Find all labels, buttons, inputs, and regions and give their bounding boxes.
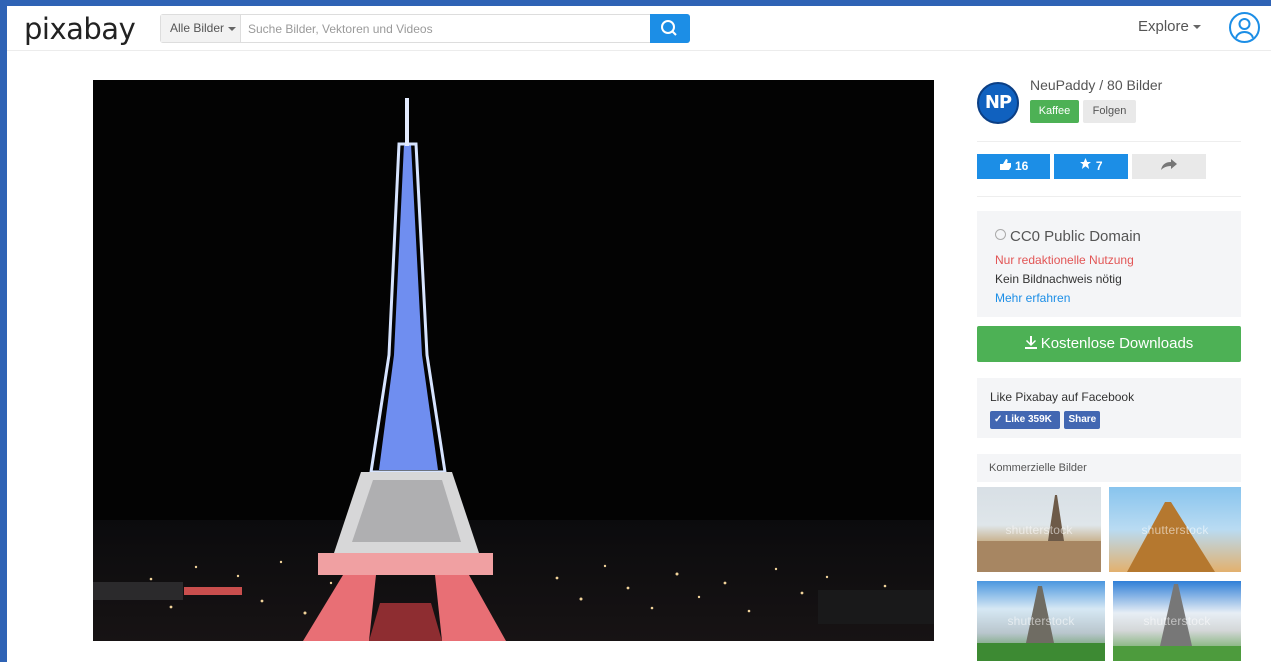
thumbnail-watermark: shutterstock (1143, 614, 1211, 628)
search-icon (661, 20, 677, 36)
sidebar-divider (977, 141, 1241, 142)
license-title-text: CC0 Public Domain (1010, 228, 1141, 245)
learn-more-link[interactable]: Mehr erfahren (995, 289, 1223, 308)
eiffel-tower-photo[interactable] (93, 80, 934, 641)
facebook-like-button[interactable]: ✓ Like 359K (990, 411, 1060, 429)
free-download-button[interactable]: Kostenlose Downloads (977, 326, 1241, 362)
search-input[interactable] (248, 19, 643, 38)
download-icon (1024, 336, 1037, 349)
search-button[interactable] (650, 14, 690, 43)
facebook-box: Like Pixabay auf Facebook ✓ Like 359K Sh… (977, 378, 1241, 438)
search-bar: Alle Bilder (160, 14, 690, 43)
share-arrow-icon (1161, 159, 1177, 170)
author-name[interactable]: NeuPaddy / 80 Bilder (1030, 77, 1162, 93)
thumbnail-watermark: shutterstock (1141, 522, 1209, 537)
explore-menu[interactable]: Explore (1138, 18, 1201, 35)
license-box: CC0 Public Domain Nur redaktionelle Nutz… (977, 211, 1241, 317)
commercial-images-heading: Kommerzielle Bilder (977, 454, 1241, 482)
image-type-filter[interactable]: Alle Bilder (161, 15, 241, 42)
commercial-thumbnail[interactable]: shutterstock (977, 487, 1101, 572)
commercial-thumbnail[interactable]: shutterstock (1109, 487, 1241, 572)
author-avatar[interactable]: NP (977, 82, 1019, 124)
explore-caret-icon (1192, 25, 1201, 30)
pixabay-logo[interactable]: pixabay (24, 12, 136, 46)
browser-page: pixabay Alle Bilder Explore (7, 6, 1271, 662)
like-button[interactable]: 16 (977, 154, 1050, 179)
facebook-share-button[interactable]: Share (1064, 411, 1101, 429)
facebook-title: Like Pixabay auf Facebook (990, 390, 1135, 404)
favorite-button[interactable]: 7 (1054, 154, 1128, 179)
follow-button[interactable]: Folgen (1083, 100, 1136, 123)
download-label: Kostenlose Downloads (1040, 335, 1194, 352)
caret-down-icon (228, 26, 237, 31)
like-count: 16 (1014, 159, 1029, 173)
thumbnail-watermark: shutterstock (1005, 522, 1073, 537)
facebook-like-label: Like 359K (1005, 414, 1052, 425)
favorite-count: 7 (1095, 159, 1103, 173)
user-silhouette-icon (1235, 18, 1254, 39)
public-domain-icon (995, 229, 1006, 240)
top-navigation: pixabay Alle Bilder Explore (7, 6, 1271, 51)
star-icon (1080, 158, 1092, 169)
license-title: CC0 Public Domain (995, 228, 1223, 245)
thumbs-up-icon (999, 159, 1011, 170)
user-account-icon[interactable] (1229, 12, 1260, 43)
sidebar-divider (977, 196, 1241, 197)
explore-label: Explore (1138, 18, 1189, 35)
eiffel-tower-illustration (93, 80, 934, 641)
editorial-note: Nur redaktionelle Nutzung (995, 253, 1134, 267)
coffee-button[interactable]: Kaffee (1030, 100, 1079, 123)
attribution-note: Kein Bildnachweis nötig (995, 272, 1122, 286)
commercial-thumbnail[interactable]: shutterstock (977, 581, 1105, 661)
commercial-thumbnail[interactable]: shutterstock (1113, 581, 1241, 661)
share-button[interactable] (1132, 154, 1206, 179)
thumbnail-watermark: shutterstock (1007, 614, 1075, 628)
filter-label: Alle Bilder (170, 21, 225, 35)
checkmark-icon: ✓ (994, 414, 1003, 425)
